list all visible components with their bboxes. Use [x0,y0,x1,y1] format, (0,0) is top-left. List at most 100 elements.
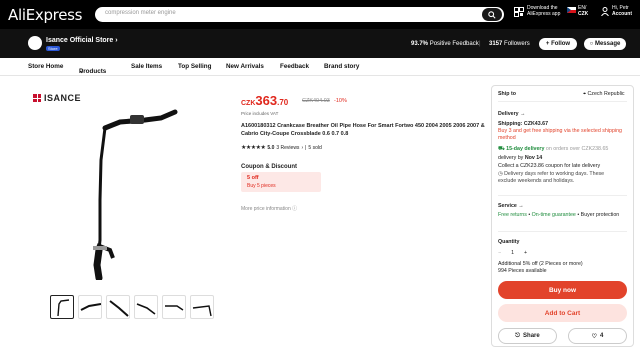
positive-value: 93.7% [411,41,429,47]
product-title: A1600180312 Crankcase Breather Oil Pipe … [241,123,485,137]
nav-top-selling[interactable]: Top Selling [178,63,211,70]
follow-button[interactable]: + Follow [539,38,577,50]
coupon-heading: Coupon & Discount [241,164,297,170]
price-block: CZK363.70 [241,93,288,108]
share-icon: ⎋ [515,332,521,339]
more-price-link[interactable]: More price information ⓘ [241,205,297,212]
account-menu[interactable]: Hi, Petr Account [601,5,632,17]
delivery-by-label: delivery by [498,155,524,161]
account-label: Account [612,11,632,17]
user-icon [601,7,609,16]
followers-label: Followers [504,41,530,47]
more-price-text: More price information [241,206,291,212]
delivery-days-note: ◷ Delivery days refer to working days. T… [498,171,623,185]
buy-now-button[interactable]: Buy now [498,281,627,299]
search-box[interactable]: compression meter engine [95,7,504,22]
discount-percent: -10% [334,98,347,104]
nav-feedback[interactable]: Feedback [280,63,309,70]
price-old: CZK404.03 [302,98,330,104]
service-line: Free returns • On-time guarantee • Buyer… [498,212,620,218]
download-line2: AliExpress app [527,11,561,17]
seller-bar: Isance Official Store › Store 93.7% Posi… [0,29,640,58]
dot-separator: | [305,144,307,151]
quantity-stepper[interactable]: − 1 + [498,250,527,257]
location-icon: ⌖ [583,91,586,97]
flag-icon [567,7,576,13]
free-returns: Free returns [498,212,527,218]
message-label: Message [594,41,621,47]
delivery-days-text: Delivery days refer to working days. The… [498,171,605,184]
ship-to-label: Ship to [498,91,516,97]
vat-note: Price includes VAT [241,111,279,116]
delivery-15-text: 15-day delivery [506,146,545,152]
chevron-down-icon: ⌄ [79,68,85,75]
follow-label: Follow [551,41,571,47]
nav-new-arrivals[interactable]: New Arrivals [226,63,264,70]
language-currency[interactable]: EN/ CZK [567,5,588,17]
nav-store-home[interactable]: Store Home [28,63,63,70]
chevron-right-icon: › [301,144,304,151]
positive-label: Positive Feedback [429,41,479,47]
ship-to-country-text: Czech Republic [587,91,625,97]
top-bar: AliExpress compression meter engine Down… [0,0,640,29]
clock-icon: ◷ [498,171,503,177]
rating-value: 5.0 [267,144,275,151]
store-name-text: Isance Official Store [46,37,114,44]
sold-count: 5 sold [308,144,322,151]
buyer-protection: Buyer protection [580,212,620,218]
decrease-button[interactable]: − [498,250,501,257]
coupon-condition: Buy 5 pieces [247,183,276,189]
truck-icon: ⛟ [498,146,505,152]
delivery-by: delivery by Nov 14 [498,155,542,162]
delivery-by-date: Nov 14 [524,155,543,161]
coupon-off: 5 off [247,175,259,181]
wishlist-button[interactable]: ♡ 4 [568,328,627,344]
heart-icon: ♡ [591,333,598,340]
nav-sale-items[interactable]: Sale Items [131,63,162,70]
coupon-card[interactable]: 5 off Buy 5 pieces [241,172,321,192]
price-currency: CZK [241,100,256,107]
search-input[interactable]: compression meter engine [105,10,176,16]
wishlist-count: 4 [600,333,604,339]
delivery-heading[interactable]: Delivery → [498,111,525,118]
main-product-image[interactable] [75,100,215,280]
store-logo[interactable] [28,36,42,50]
search-button[interactable] [482,8,502,21]
divider [498,231,627,232]
increase-button[interactable]: + [524,250,527,257]
delivery-15-condition: on orders over CZK238.65 [545,146,609,152]
rating-row: ★★★★★ 5.0 3 Reviews › | 5 sold [241,144,322,152]
price-main: 363 [255,93,278,108]
search-icon [488,10,496,19]
message-button[interactable]: ○ Message [584,38,626,50]
thumbnail[interactable] [162,295,186,319]
quantity-heading: Quantity [498,239,520,245]
divider: | [479,41,481,47]
aliexpress-logo[interactable]: AliExpress [8,6,82,24]
service-heading[interactable]: Service → [498,203,524,210]
download-app[interactable]: Download the AliExpress app [514,5,560,17]
reviews-link[interactable]: 3 Reviews [276,145,299,151]
arrow-right-icon: → [518,203,524,209]
thumbnail[interactable] [134,295,158,319]
nav-brand-story[interactable]: Brand story [324,63,359,70]
thumbnail[interactable] [106,295,130,319]
ship-to-country[interactable]: ⌖ Czech Republic [583,91,625,98]
free-shipping-note: Buy 3 and get free shipping via the sele… [498,128,622,141]
share-button[interactable]: ⎋ Share [498,328,557,344]
thumbnail[interactable] [78,295,102,319]
extra-discount: Additional 5% off (2 Pieces or more) [498,261,583,267]
chevron-right-icon: › [115,37,118,44]
on-time-guarantee: On-time guarantee [531,212,576,218]
thumbnail[interactable] [190,295,214,319]
thumbnail[interactable] [50,295,74,319]
price-decimal: .70 [277,98,289,107]
add-to-cart-button[interactable]: Add to Cart [498,304,627,322]
info-icon: ⓘ [292,206,298,212]
star-rating-icon: ★★★★★ [241,145,266,151]
store-badge: Store [46,46,60,51]
store-name[interactable]: Isance Official Store › [46,37,118,44]
quantity-value[interactable]: 1 [511,250,514,257]
delivery-heading-text: Delivery [498,111,519,117]
delivery-15-day: ⛟ 15-day delivery on orders over CZK238.… [498,146,608,153]
